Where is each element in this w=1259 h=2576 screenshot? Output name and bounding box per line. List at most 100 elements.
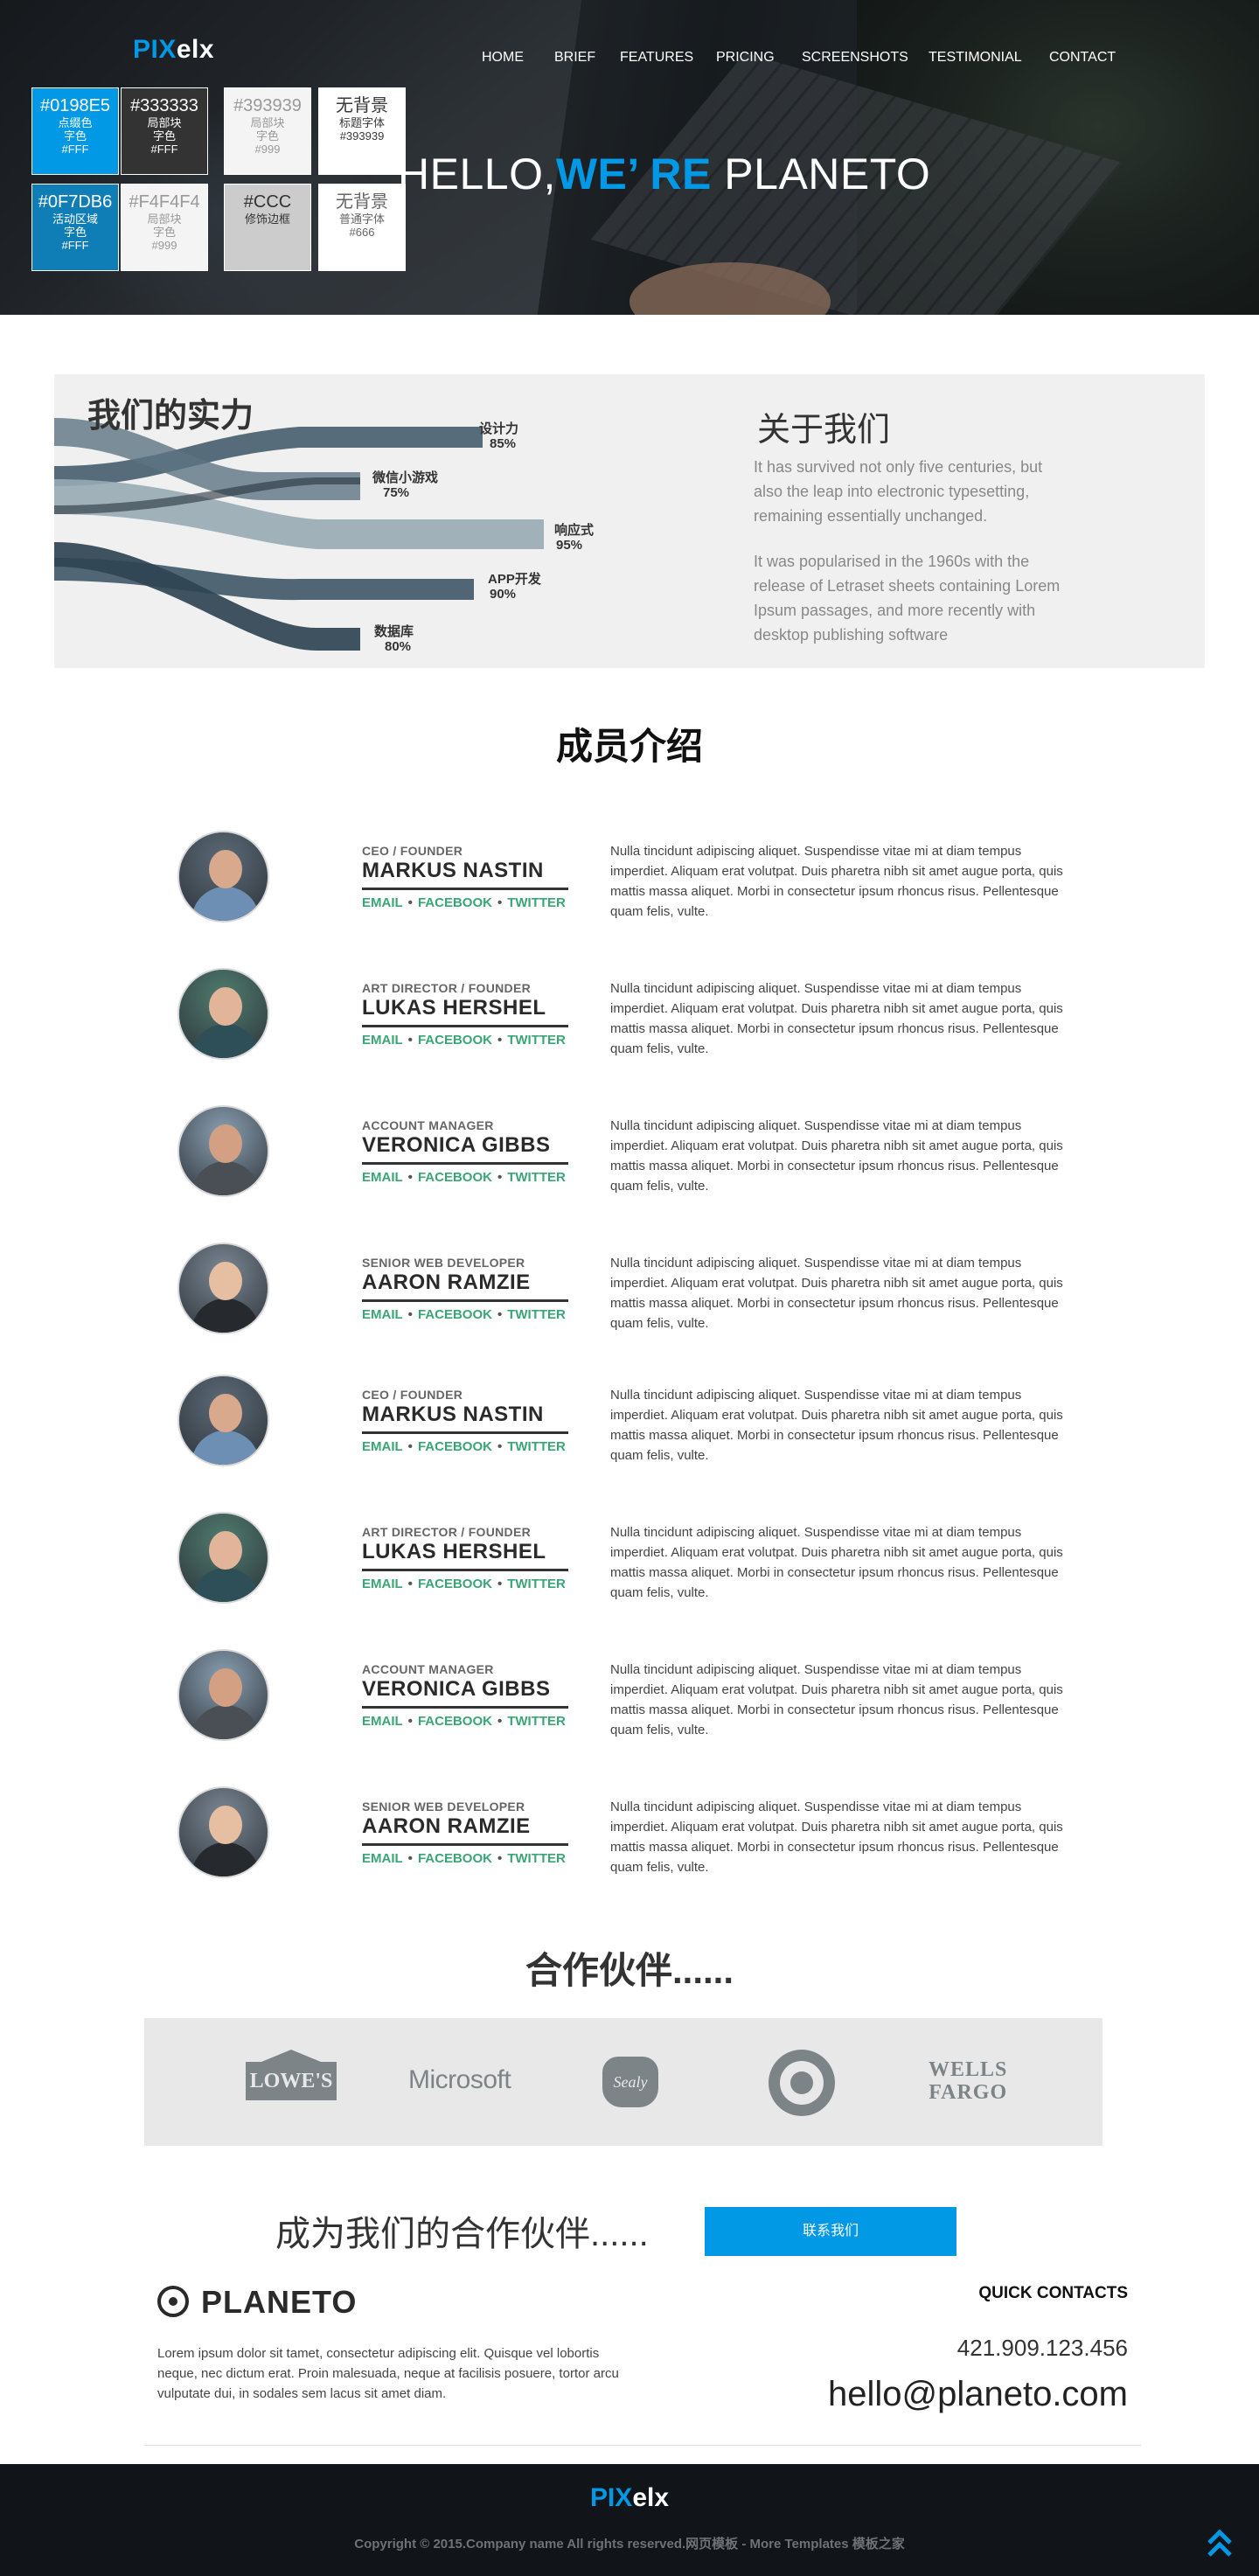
hero-title: HELLO,WE’ RE PLANETO — [398, 150, 931, 198]
contact-us-button[interactable]: 联系我们 — [705, 2207, 956, 2256]
copyright-text: Copyright © 2015.Company name All rights… — [354, 2537, 905, 2552]
nav-screenshots[interactable]: SCREENSHOTS — [802, 50, 908, 66]
member-name-underline — [362, 1299, 568, 1302]
nav-testimonial[interactable]: TESTIMONIAL — [929, 50, 1022, 66]
member-description: Nulla tincidunt adipiscing aliquet. Susp… — [610, 1388, 1063, 1463]
member-facebook-link[interactable]: FACEBOOK — [418, 1577, 492, 1591]
member-twitter-link[interactable]: TWITTER — [507, 1170, 566, 1185]
member-facebook-link[interactable]: FACEBOOK — [418, 1307, 492, 1322]
swatch-hex: #393939 — [233, 96, 302, 115]
member-twitter-link[interactable]: TWITTER — [507, 1577, 566, 1591]
member-facebook-link[interactable]: FACEBOOK — [418, 895, 492, 910]
swatch-hex: #0F7DB6 — [38, 192, 113, 212]
swatch-note: 标题字体 — [338, 116, 385, 129]
member-email-link[interactable]: EMAIL — [362, 1307, 403, 1322]
member-name-underline — [362, 1843, 568, 1846]
wells-fargo-logo[interactable]: WELLS FARGO — [929, 2058, 1007, 2104]
color-swatch: #0F7DB6 活动区域 字色 #FFF — [31, 184, 119, 271]
swatch-note: 局部块 — [250, 116, 285, 129]
team-member: CEO / FOUNDER MARKUS NASTIN EMAIL • FACEBOOK… — [0, 831, 1259, 927]
member-twitter-link[interactable]: TWITTER — [507, 1851, 566, 1866]
nav-brief[interactable]: BRIEF — [554, 50, 595, 66]
member-name-underline — [362, 1706, 568, 1709]
swatch-note: #FFF — [61, 143, 89, 156]
nav-features[interactable]: FEATURES — [620, 50, 693, 66]
member-role: ACCOUNT MANAGER — [362, 1662, 494, 1676]
avatar — [177, 1512, 269, 1604]
about-paragraph-2: It was popularised in the 1960s with the… — [754, 553, 1061, 644]
member-email-link[interactable]: EMAIL — [362, 895, 403, 910]
swatch-note: 字色 — [152, 226, 176, 239]
member-name-underline — [362, 888, 568, 890]
member-description: Nulla tincidunt adipiscing aliquet. Susp… — [610, 1118, 1063, 1194]
member-name: VERONICA GIBBS — [362, 1677, 551, 1701]
swatch-note: #FFF — [61, 239, 89, 252]
member-twitter-link[interactable]: TWITTER — [507, 1033, 566, 1048]
swatch-note: 普通字体 — [338, 212, 385, 226]
swatch-note: 字色 — [152, 129, 176, 143]
member-description: Nulla tincidunt adipiscing aliquet. Susp… — [610, 1800, 1063, 1875]
swatch-note: #999 — [151, 239, 177, 252]
swatch-note: #FFF — [150, 143, 178, 156]
member-email-link[interactable]: EMAIL — [362, 1170, 403, 1185]
swatch-note: 局部块 — [147, 212, 182, 226]
double-chevron-up-icon[interactable] — [1207, 2529, 1233, 2559]
member-twitter-link[interactable]: TWITTER — [507, 1439, 566, 1454]
member-twitter-link[interactable]: TWITTER — [507, 895, 566, 910]
member-description: Nulla tincidunt adipiscing aliquet. Susp… — [610, 1525, 1063, 1600]
color-swatch: 无背景 普通字体 #666 — [318, 184, 406, 271]
skill-label-database: 数据库 80% — [374, 624, 414, 654]
swatch-hex: #0198E5 — [39, 96, 111, 115]
strength-title: 我们的实力 — [87, 398, 254, 435]
member-name: AARON RAMZIE — [362, 1271, 531, 1294]
target-logo[interactable] — [769, 2050, 835, 2116]
bottom-logo[interactable]: PIXelx — [0, 2483, 1259, 2513]
member-social-links: EMAIL • FACEBOOK • TWITTER — [362, 1439, 566, 1454]
member-email-link[interactable]: EMAIL — [362, 1851, 403, 1866]
swatch-hex: #CCC — [243, 192, 292, 212]
member-role: CEO / FOUNDER — [362, 844, 463, 858]
member-name-underline — [362, 1431, 568, 1434]
member-email-link[interactable]: EMAIL — [362, 1033, 403, 1048]
avatar — [177, 968, 269, 1060]
member-name: MARKUS NASTIN — [362, 859, 544, 882]
member-role: CEO / FOUNDER — [362, 1388, 463, 1402]
member-facebook-link[interactable]: FACEBOOK — [418, 1851, 492, 1866]
microsoft-logo[interactable]: Microsoft — [408, 2065, 511, 2095]
member-facebook-link[interactable]: FACEBOOK — [418, 1033, 492, 1048]
quick-contacts-title: QUICK CONTACTS — [978, 2284, 1128, 2302]
skill-label-wechat: 微信小游戏 75% — [372, 470, 439, 500]
swatch-note: 字色 — [255, 129, 279, 143]
skill-label-app: APP开发 90% — [488, 572, 541, 602]
site-logo[interactable]: PIXelx — [133, 35, 214, 65]
member-twitter-link[interactable]: TWITTER — [507, 1714, 566, 1729]
member-facebook-link[interactable]: FACEBOOK — [418, 1714, 492, 1729]
swatch-hex: 无背景 — [336, 192, 388, 212]
contact-email[interactable]: hello@planeto.com — [828, 2375, 1128, 2414]
bottom-bar: PIXelx Copyright © 2015.Company name All… — [0, 2464, 1259, 2576]
member-email-link[interactable]: EMAIL — [362, 1439, 403, 1454]
member-email-link[interactable]: EMAIL — [362, 1577, 403, 1591]
team-member: ACCOUNT MANAGER VERONICA GIBBS EMAIL • FACEB… — [0, 1105, 1259, 1201]
member-facebook-link[interactable]: FACEBOOK — [418, 1170, 492, 1185]
sealy-logo[interactable]: Sealy — [602, 2057, 658, 2107]
team-member: ART DIRECTOR / FOUNDER LUKAS HERSHEL EMAIL… — [0, 1512, 1259, 1608]
swatch-note: 字色 — [63, 226, 87, 239]
avatar — [177, 1649, 269, 1741]
strength-about-section: 我们的实力 设计力 85% 微信小游戏 75% 响应式 95% APP开发 90% 数据… — [54, 374, 1205, 668]
nav-pricing[interactable]: PRICING — [716, 50, 775, 66]
team-member: ART DIRECTOR / FOUNDER LUKAS HERSHEL EMAIL… — [0, 968, 1259, 1064]
partners-logo-strip: LOWE'S Microsoft Sealy WELLS FARGO — [144, 2018, 1102, 2146]
lowes-logo[interactable]: LOWE'S — [246, 2050, 337, 2100]
swatch-note: 局部块 — [147, 116, 182, 129]
member-email-link[interactable]: EMAIL — [362, 1714, 403, 1729]
nav-contact[interactable]: CONTACT — [1049, 50, 1116, 66]
partners-title: 合作伙伴...... — [525, 1950, 734, 1991]
nav-home[interactable]: HOME — [482, 50, 524, 66]
footer-logo[interactable]: PLANETO — [201, 2284, 357, 2321]
member-social-links: EMAIL • FACEBOOK • TWITTER — [362, 1577, 566, 1591]
member-facebook-link[interactable]: FACEBOOK — [418, 1439, 492, 1454]
color-swatch: #F4F4F4 局部块 字色 #999 — [121, 184, 208, 271]
contact-phone[interactable]: 421.909.123.456 — [957, 2335, 1128, 2362]
member-twitter-link[interactable]: TWITTER — [507, 1307, 566, 1322]
